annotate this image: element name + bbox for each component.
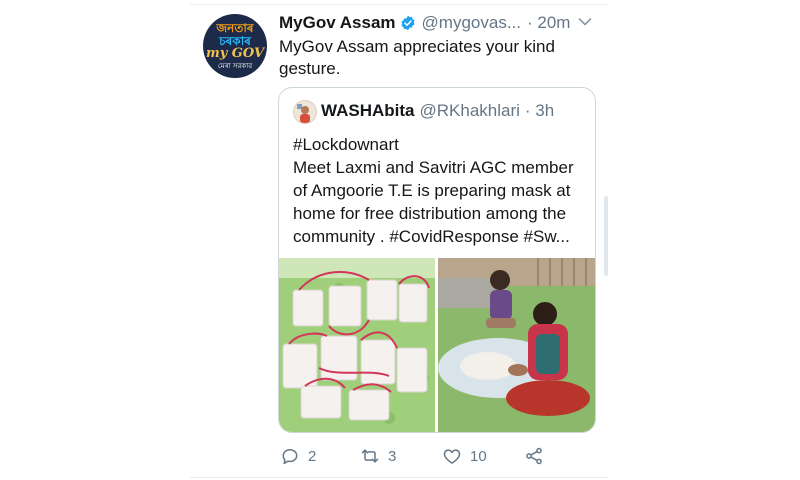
top-divider <box>190 4 608 5</box>
retweet-icon <box>361 449 379 463</box>
quoted-author-avatar[interactable] <box>293 100 317 124</box>
tweet-text: MyGov Assam appreciates your kind gestur… <box>279 37 555 78</box>
avatar-line-3: my GOV <box>205 46 265 61</box>
chevron-down-icon[interactable] <box>578 17 592 27</box>
quoted-media <box>279 258 595 432</box>
reply-icon <box>282 449 298 465</box>
retweet-count: 3 <box>388 447 397 465</box>
author-avatar[interactable]: জনতাৰ চৰকাৰ my GOV মেৰা সরকার <box>203 14 267 78</box>
tweet-time[interactable]: · 20m <box>527 13 570 33</box>
scrollbar[interactable] <box>604 196 608 276</box>
heart-icon <box>443 449 461 464</box>
quoted-tweet[interactable]: WASHAbita @RKhakhlari · 3h #Lockdownart … <box>278 87 596 433</box>
author-name[interactable]: MyGov Assam <box>279 13 396 33</box>
like-button[interactable]: 10 <box>442 444 487 468</box>
masks-photo[interactable] <box>279 258 435 432</box>
quoted-text-line: #Lockdownart <box>293 135 399 154</box>
quoted-header: WASHAbita @RKhakhlari · 3h <box>321 99 554 123</box>
like-count: 10 <box>470 447 487 465</box>
verified-badge-icon <box>400 15 415 31</box>
quoted-text: #Lockdownart Meet Laxmi and Savitri AGC … <box>293 133 585 248</box>
quoted-text-line: of Amgoorie T.E is preparing mask at <box>293 181 571 200</box>
author-handle[interactable]: @mygovas... <box>422 13 521 33</box>
share-button[interactable] <box>524 444 552 468</box>
reply-count: 2 <box>308 447 317 465</box>
tweet-actions: 2 3 10 <box>278 444 578 468</box>
tweet-header: MyGov Assam @mygovas... · 20m <box>279 12 570 34</box>
quoted-tweet-time[interactable]: · 3h <box>525 101 554 121</box>
quoted-text-line: Meet Laxmi and Savitri AGC member <box>293 158 574 177</box>
girls-sewing-photo[interactable] <box>438 258 595 432</box>
reply-button[interactable]: 2 <box>280 444 316 468</box>
avatar-line-4: মেৰা সরকার <box>217 62 253 70</box>
quoted-text-line: community . #CovidResponse #Sw... <box>293 227 570 246</box>
share-icon <box>526 447 542 465</box>
quoted-author-name[interactable]: WASHAbita <box>321 101 415 121</box>
quoted-author-handle[interactable]: @RKhakhlari <box>420 101 520 121</box>
bottom-divider <box>190 477 608 478</box>
quoted-text-line: home for free distribution among the <box>293 204 567 223</box>
retweet-button[interactable]: 3 <box>360 444 396 468</box>
